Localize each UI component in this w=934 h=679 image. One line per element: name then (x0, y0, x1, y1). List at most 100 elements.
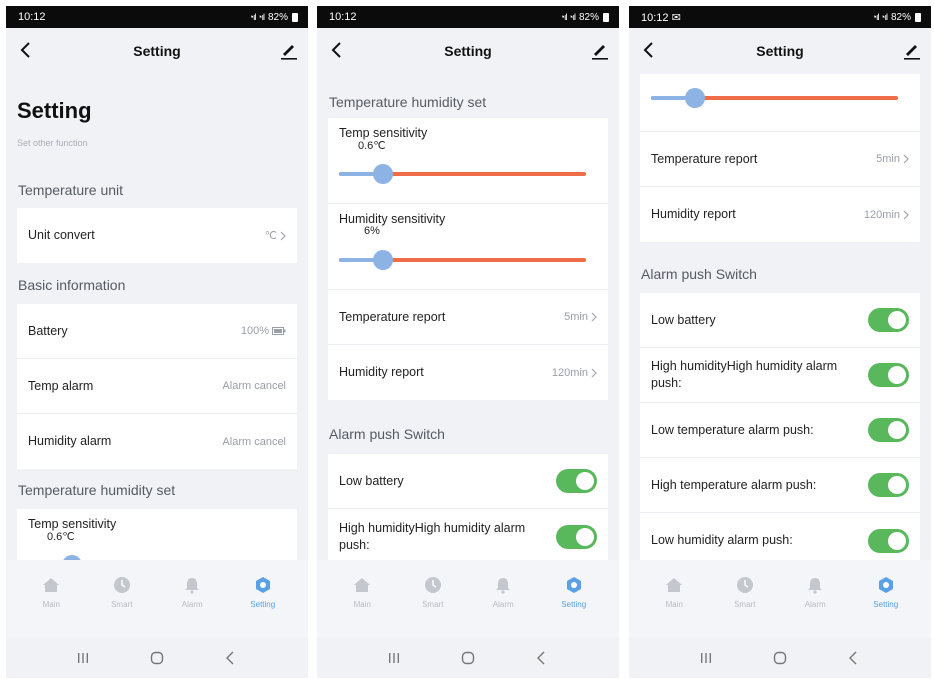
battery-label: Battery (28, 323, 68, 338)
high-temperature-label: High temperature alarm push: (651, 477, 817, 492)
home-button-icon[interactable] (772, 650, 788, 666)
chevron-right-icon (903, 210, 909, 219)
tab-setting[interactable]: Setting (856, 560, 916, 638)
phone-screen-1: 10:12 ◔ıl ◔ıl 82% Setting Setting Set ot… (6, 6, 308, 678)
low-battery-label: Low battery (339, 473, 404, 488)
humidity-sensitivity-label: Humidity sensitivity (339, 212, 446, 226)
high-temperature-toggle[interactable] (868, 473, 909, 497)
tab-smart[interactable]: Smart (92, 560, 152, 638)
scroll-content[interactable]: Temperature humidity set Temp sensitivit… (317, 74, 619, 560)
tab-label: Setting (561, 600, 587, 609)
nav-back-icon[interactable] (846, 650, 862, 666)
temperature-report-value: 5min (564, 311, 588, 323)
battery-level-icon (272, 327, 286, 335)
humidity-sensitivity-block: Humidity sensitivity 6% (328, 204, 608, 290)
tab-label: Alarm (804, 600, 826, 609)
battery-icon (915, 12, 921, 22)
bell-icon (496, 578, 511, 594)
temperature-report-row[interactable]: Temperature report 5min (328, 290, 608, 345)
nav-back-icon[interactable] (534, 650, 550, 666)
chevron-right-icon (591, 368, 597, 377)
gear-icon (878, 577, 893, 593)
edit-icon[interactable] (591, 40, 609, 60)
edit-icon[interactable] (280, 40, 298, 60)
temp-sensitivity-value: 0.6℃ (358, 140, 386, 152)
battery-icon (603, 12, 609, 22)
high-humidity-toggle[interactable] (556, 524, 597, 549)
tab-setting[interactable]: Setting (233, 560, 293, 638)
unit-convert-label: Unit convert (28, 228, 95, 242)
home-button-icon[interactable] (149, 650, 165, 666)
toggle-knob (888, 421, 906, 439)
battery-percent: 82% (890, 11, 911, 23)
header-title: Setting (444, 43, 492, 59)
phone-screen-3: 10:12 ✉ ◔ıl ◔ıl 82% Setting Temperature … (629, 6, 931, 678)
nav-back-icon[interactable] (223, 650, 239, 666)
tab-setting[interactable]: Setting (544, 560, 604, 638)
page-title: Setting (17, 98, 92, 123)
humidity-sensitivity-slider[interactable] (339, 250, 586, 270)
section-temperature-unit: Temperature unit (18, 182, 124, 198)
recent-apps-icon[interactable] (75, 650, 91, 666)
section-alarm-push-switch: Alarm push Switch (641, 266, 757, 282)
tab-alarm[interactable]: Alarm (162, 560, 222, 638)
high-humidity-toggle[interactable] (868, 363, 909, 387)
toggle-knob (888, 476, 906, 494)
section-temperature-humidity-set: Temperature humidity set (329, 94, 487, 110)
status-time: 10:12 (329, 11, 357, 23)
clock-icon (424, 577, 441, 593)
tab-main[interactable]: Main (332, 560, 392, 638)
temperature-report-value: 5min (876, 153, 900, 165)
temp-sensitivity-block: Temp sensitivity 0.6℃ (328, 118, 608, 204)
back-arrow-icon[interactable] (327, 38, 347, 62)
battery-percent: 82% (578, 11, 599, 23)
gear-icon (255, 577, 270, 593)
unit-convert-row[interactable]: Unit convert ℃ (17, 208, 297, 263)
app-bar: Setting (629, 28, 931, 74)
temp-sensitivity-value: 0.6℃ (47, 531, 75, 543)
tab-alarm[interactable]: Alarm (785, 560, 845, 638)
slider-thumb[interactable] (373, 250, 393, 270)
back-arrow-icon[interactable] (16, 38, 36, 62)
low-battery-toggle[interactable] (556, 469, 597, 493)
humidity-report-row[interactable]: Humidity report 120min (640, 187, 920, 242)
humidity-sensitivity-slider[interactable] (651, 88, 898, 108)
slider-thumb[interactable] (685, 88, 705, 108)
humidity-sensitivity-value: 6% (364, 225, 380, 237)
back-arrow-icon[interactable] (639, 38, 659, 62)
low-humidity-row: Low humidity alarm push: (640, 513, 920, 560)
recent-apps-icon[interactable] (698, 650, 714, 666)
edit-icon[interactable] (903, 40, 921, 60)
toggle-knob (888, 531, 906, 550)
high-humidity-label: High humidityHigh humidity alarm push: (339, 520, 526, 552)
scroll-content[interactable]: Setting Set other function Temperature u… (6, 74, 308, 560)
app-bar: Setting (317, 28, 619, 74)
home-button-icon[interactable] (460, 650, 476, 666)
high-humidity-label: High humidityHigh humidity alarm push: (651, 359, 838, 390)
slider-thumb[interactable] (373, 164, 393, 184)
humidity-report-row[interactable]: Humidity report 120min (328, 345, 608, 400)
system-nav-bar (6, 638, 308, 678)
humidity-report-label: Humidity report (339, 365, 424, 379)
status-time: 10:12 ✉ (641, 11, 681, 24)
tab-alarm[interactable]: Alarm (473, 560, 533, 638)
temp-sensitivity-label: Temp sensitivity (28, 517, 117, 531)
low-humidity-toggle[interactable] (868, 528, 909, 553)
temp-sensitivity-slider[interactable] (339, 164, 586, 184)
temperature-report-row[interactable]: Temperature report 5min (640, 132, 920, 187)
tab-smart[interactable]: Smart (715, 560, 775, 638)
low-battery-toggle[interactable] (868, 308, 909, 332)
tab-label: Main (665, 600, 683, 609)
temp-sensitivity-label: Temp sensitivity (339, 126, 428, 140)
recent-apps-icon[interactable] (386, 650, 402, 666)
tab-smart[interactable]: Smart (403, 560, 463, 638)
scroll-content[interactable]: Temperature report 5min Humidity report … (629, 74, 931, 560)
gear-icon (566, 577, 581, 593)
system-nav-bar (317, 638, 619, 678)
unit-card: Unit convert ℃ (17, 208, 297, 263)
low-temperature-toggle[interactable] (868, 418, 909, 442)
tab-main[interactable]: Main (21, 560, 81, 638)
chevron-right-icon (280, 231, 286, 240)
tab-label: Smart (422, 600, 444, 609)
tab-main[interactable]: Main (644, 560, 704, 638)
